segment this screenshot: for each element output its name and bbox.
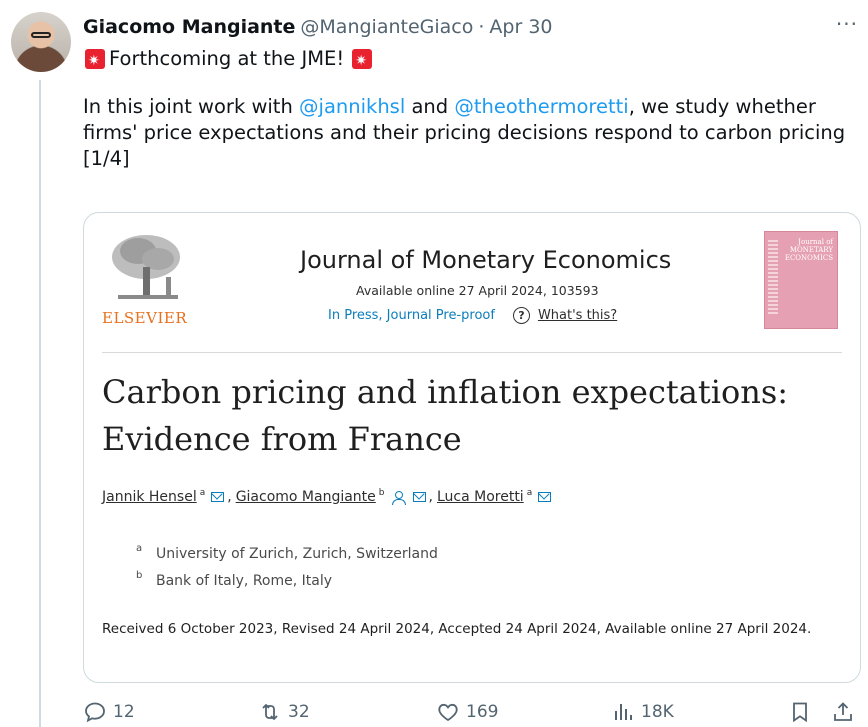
mention-theothermoretti[interactable]: @theothermoretti	[454, 94, 628, 120]
email-icon	[211, 492, 225, 502]
paper-preview-image[interactable]: ELSEVIER Journal of Monetary Economics A…	[83, 212, 861, 683]
affiliation-sup: a	[136, 543, 143, 554]
affiliation-item: a University of Zurich, Zurich, Switzerl…	[136, 540, 438, 567]
tweet-line-1: Forthcoming at the JME!	[109, 47, 345, 70]
affiliations: a University of Zurich, Zurich, Switzerl…	[136, 540, 438, 594]
like-icon	[438, 703, 458, 722]
author-handle[interactable]: @MangianteGiaco	[300, 16, 473, 38]
tweet-and: and	[411, 95, 449, 118]
author-list: Jannik Hensel a , Giacomo Mangiante b , …	[102, 488, 554, 505]
repost-button[interactable]: 32	[258, 700, 310, 724]
like-count: 169	[466, 702, 499, 722]
available-online: Available online 27 April 2024, 103593	[356, 283, 599, 298]
author-sup: a	[526, 488, 533, 498]
views-count: 18K	[641, 702, 674, 722]
siren-emoji	[352, 48, 373, 74]
share-icon	[834, 702, 852, 721]
views-icon	[615, 704, 632, 720]
tweet-intro: In this joint work with	[83, 95, 293, 118]
avatar[interactable]	[11, 12, 71, 72]
tweet-line-4: [1/4]	[83, 147, 130, 170]
siren-emoji	[85, 48, 105, 74]
bookmark-icon	[793, 702, 807, 723]
author-comma: ,	[428, 489, 433, 505]
email-icon	[412, 492, 426, 502]
affiliation-sup: b	[136, 570, 143, 581]
author-name[interactable]: Giacomo Mangiante	[83, 16, 295, 38]
cover-title: Journal of MONETARY ECONOMICS	[784, 238, 833, 262]
tweet-date[interactable]: Apr 30	[489, 16, 552, 38]
glasses	[31, 32, 51, 38]
received-dates: Received 6 October 2023, Revised 24 Apri…	[102, 621, 812, 637]
reply-button[interactable]: 12	[83, 700, 135, 724]
paper-title-line-1: Carbon pricing and inflation expectation…	[102, 373, 789, 411]
publisher-name: ELSEVIER	[102, 309, 188, 327]
repost-icon	[262, 703, 278, 721]
affiliation-text: Bank of Italy, Rome, Italy	[156, 572, 333, 589]
repost-count: 32	[288, 702, 310, 722]
action-bar: 12 32 169 18K	[83, 700, 863, 727]
author-mangiante: Giacomo Mangiante	[235, 489, 376, 505]
reply-count: 12	[113, 702, 135, 722]
paper-title-line-2: Evidence from France	[102, 420, 462, 458]
tweet-header: Giacomo Mangiante @MangianteGiaco · Apr …	[83, 14, 553, 40]
person-icon	[391, 490, 406, 505]
journal-cover: Journal of MONETARY ECONOMICS	[764, 231, 838, 329]
views-button[interactable]: 18K	[611, 700, 674, 724]
like-button[interactable]: 169	[436, 700, 498, 724]
affiliation-text: University of Zurich, Zurich, Switzerlan…	[156, 545, 438, 562]
header-divider	[102, 352, 842, 353]
whats-this-link: What's this?	[537, 308, 618, 323]
email-icon	[538, 492, 552, 502]
author-hensel: Jannik Hensel	[102, 489, 197, 505]
author-comma: ,	[227, 489, 232, 505]
author-sup: a	[199, 488, 206, 498]
affiliation-item: b Bank of Italy, Rome, Italy	[136, 567, 438, 594]
paper-title: Carbon pricing and inflation expectation…	[102, 369, 842, 463]
separator-dot: ·	[478, 16, 485, 38]
tweet-rest: , we study whether	[628, 95, 816, 118]
tree-logo-icon	[112, 235, 180, 299]
author-moretti: Luca Moretti	[436, 489, 524, 505]
thread-line	[39, 80, 41, 727]
author-sup: b	[378, 488, 385, 498]
mention-jannikhsl[interactable]: @jannikhsl	[299, 94, 405, 120]
elsevier-logo: ELSEVIER	[102, 231, 190, 331]
tweet-text: Forthcoming at the JME! In this joint wo…	[83, 46, 863, 172]
in-press-row: In Press, Journal Pre-proof ? What's thi…	[328, 307, 617, 324]
reply-icon	[85, 702, 105, 723]
more-icon[interactable]: ···	[836, 12, 858, 36]
bookmark-button[interactable]	[788, 700, 818, 724]
journal-title: Journal of Monetary Economics	[300, 246, 672, 274]
question-icon: ?	[512, 307, 530, 324]
tweet-line-3: firms' price expectations and their pric…	[83, 121, 846, 144]
in-press-link: In Press, Journal Pre-proof	[328, 308, 495, 323]
share-button[interactable]	[831, 700, 861, 724]
